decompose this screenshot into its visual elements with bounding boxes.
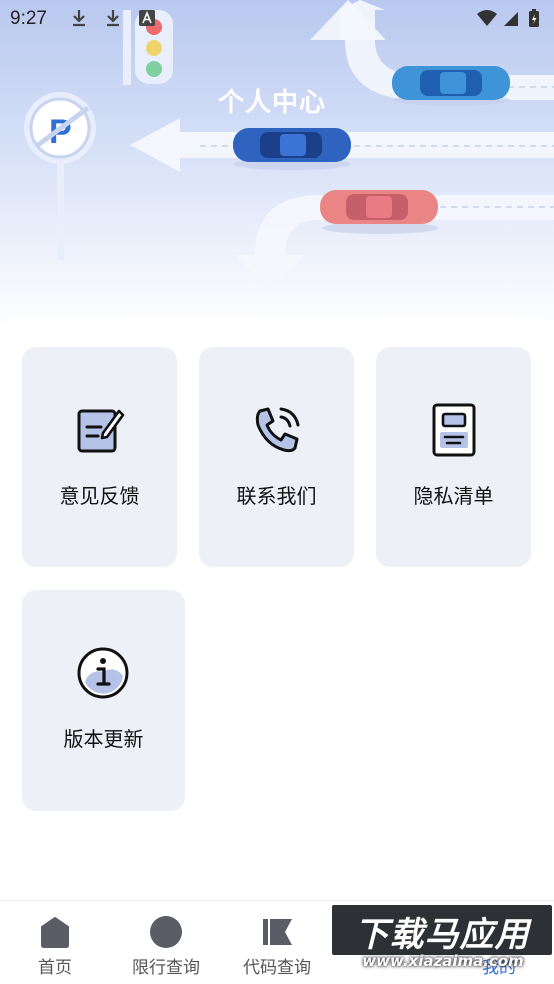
- battery-icon: [529, 9, 539, 27]
- watermark-url: www.xiazaima.com: [362, 952, 524, 970]
- home-icon: [41, 917, 69, 948]
- status-time: 9:27: [10, 8, 47, 29]
- feedback-card[interactable]: 意见反馈: [22, 347, 177, 567]
- privacy-list-card[interactable]: 隐私清单: [376, 347, 531, 567]
- privacy-document-icon: [432, 403, 476, 457]
- road-scene-illustration: P: [24, 0, 554, 290]
- contact-us-label: 联系我们: [236, 484, 317, 508]
- version-update-card[interactable]: 版本更新: [22, 590, 185, 811]
- info-icon: [77, 647, 129, 699]
- privacy-list-label: 隐私清单: [413, 484, 494, 508]
- contact-us-card[interactable]: 联系我们: [199, 347, 354, 567]
- feedback-label: 意见反馈: [59, 484, 140, 508]
- wifi-icon: [477, 10, 497, 26]
- phone-call-icon: [255, 407, 300, 453]
- nav-restriction-query-label: 限行查询: [132, 958, 200, 978]
- page-title: 个人中心: [218, 88, 327, 118]
- nav-home[interactable]: 首页: [0, 901, 110, 984]
- keyboard-a-icon: [139, 10, 155, 26]
- watermark-text: 下载马应用: [354, 915, 530, 955]
- header-illustration: P: [0, 0, 554, 330]
- signal-icon: [504, 12, 518, 26]
- nav-home-label: 首页: [38, 958, 72, 978]
- feedback-edit-icon: [77, 409, 125, 453]
- download-icon: [107, 10, 119, 27]
- flag-icon: [263, 919, 292, 945]
- circle-icon: [150, 916, 182, 948]
- nav-restriction-query[interactable]: 限行查询: [111, 901, 221, 984]
- nav-code-query[interactable]: 代码查询: [222, 901, 332, 984]
- version-update-label: 版本更新: [63, 727, 144, 751]
- watermark: 下载马应用: [332, 905, 552, 955]
- download-icon: [73, 10, 85, 27]
- nav-code-query-label: 代码查询: [243, 958, 311, 978]
- status-bar: 9:27: [0, 0, 554, 36]
